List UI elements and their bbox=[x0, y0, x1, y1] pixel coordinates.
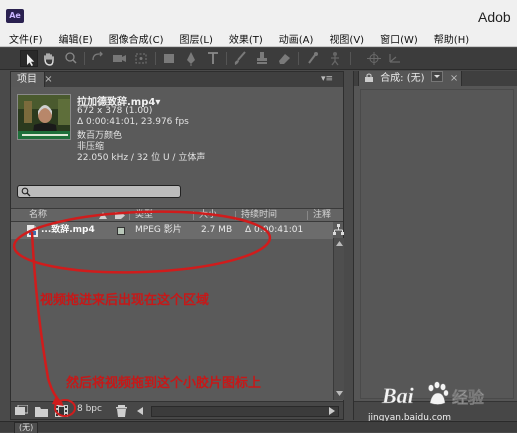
zoom-icon[interactable] bbox=[62, 50, 80, 67]
scroll-right-icon[interactable] bbox=[329, 407, 335, 415]
roto-brush-icon[interactable] bbox=[304, 50, 322, 67]
project-panel-tabbar: 项目 × ▾≡ bbox=[11, 72, 343, 87]
tab-timeline[interactable]: (无) bbox=[14, 422, 39, 433]
baidu-paw-logo: Bai 经验 bbox=[381, 381, 485, 408]
text-icon[interactable] bbox=[204, 50, 222, 67]
clone-stamp-icon[interactable] bbox=[253, 50, 271, 67]
tab-project[interactable]: 项目 × bbox=[11, 72, 53, 87]
column-divider bbox=[129, 211, 130, 220]
project-panel-footer: 8 bpc bbox=[11, 401, 343, 419]
footage-file-icon bbox=[27, 225, 38, 237]
watermark-brand: Bai bbox=[381, 383, 415, 408]
chevron-down-icon bbox=[433, 75, 440, 78]
horizontal-scrollbar[interactable] bbox=[151, 406, 339, 417]
scroll-left-icon[interactable] bbox=[137, 407, 143, 415]
interpret-footage-icon[interactable] bbox=[15, 405, 28, 417]
new-folder-icon[interactable] bbox=[35, 405, 48, 417]
search-input[interactable] bbox=[17, 185, 181, 198]
menu-effect[interactable]: 效果(T) bbox=[220, 31, 270, 46]
project-panel: 项目 × ▾≡ 拉加德致辞.mp4▾ 672 x 378 (1.00) Δ 0:… bbox=[10, 71, 344, 420]
column-divider bbox=[235, 211, 236, 220]
eraser-icon[interactable] bbox=[275, 50, 293, 67]
timeline-strip: (无) bbox=[0, 421, 517, 433]
watermark-site: 经验 bbox=[452, 388, 485, 407]
column-comment[interactable]: 注释 bbox=[313, 209, 331, 222]
close-icon[interactable]: × bbox=[44, 74, 52, 85]
footage-thumbnail bbox=[17, 94, 71, 140]
panel-menu-icon[interactable]: ▾≡ bbox=[321, 72, 333, 87]
axis-icon[interactable] bbox=[365, 50, 383, 67]
toolbar-divider bbox=[298, 52, 299, 65]
pen-icon[interactable] bbox=[182, 50, 200, 67]
window-title: Adob bbox=[478, 9, 511, 25]
footage-duration: Δ 0:00:41:01, 23.976 fps bbox=[77, 117, 189, 127]
tab-project-label: 项目 bbox=[17, 74, 37, 85]
brush-icon[interactable] bbox=[231, 50, 249, 67]
menu-window[interactable]: 窗口(W) bbox=[371, 31, 425, 46]
hierarchy-icon[interactable] bbox=[333, 224, 344, 236]
column-type[interactable]: 类型 bbox=[135, 209, 153, 222]
toolbar-divider bbox=[84, 52, 85, 65]
column-duration[interactable]: 持续时间 bbox=[241, 209, 277, 222]
selection-icon[interactable] bbox=[20, 50, 38, 67]
tab-composition-label: 合成: (无) bbox=[380, 73, 425, 84]
label-color-swatch[interactable] bbox=[117, 227, 125, 235]
toolbar-divider bbox=[350, 52, 351, 65]
column-size[interactable]: 大小 bbox=[199, 209, 217, 222]
title-bar: Ae Adob bbox=[0, 0, 517, 30]
row-name: ...致辞.mp4 bbox=[41, 225, 95, 235]
column-divider bbox=[193, 211, 194, 220]
rotate-icon[interactable] bbox=[89, 50, 107, 67]
composition-viewer[interactable] bbox=[360, 89, 514, 399]
column-divider bbox=[307, 211, 308, 220]
menu-composition[interactable]: 图像合成(C) bbox=[100, 31, 171, 46]
after-effects-icon: Ae bbox=[6, 9, 24, 23]
menu-edit[interactable]: 编辑(E) bbox=[50, 31, 100, 46]
menu-animation[interactable]: 动画(A) bbox=[270, 31, 321, 46]
scroll-up-icon[interactable] bbox=[336, 241, 343, 246]
pan-behind-icon[interactable] bbox=[132, 50, 150, 67]
row-duration: Δ 0:00:41:01 bbox=[245, 225, 304, 235]
column-name[interactable]: 名称 bbox=[29, 209, 47, 222]
tools-bar bbox=[0, 48, 517, 70]
menu-layer[interactable]: 图层(L) bbox=[170, 31, 219, 46]
composition-dropdown[interactable] bbox=[430, 71, 443, 82]
menu-help[interactable]: 帮助(H) bbox=[425, 31, 476, 46]
row-size: 2.7 MB bbox=[201, 225, 233, 235]
footage-audio: 22.050 kHz / 32 位 U / 立体声 bbox=[77, 153, 206, 163]
camera-icon[interactable] bbox=[110, 50, 128, 67]
lock-icon[interactable] bbox=[365, 73, 373, 82]
menu-bar: 文件(F) 编辑(E) 图像合成(C) 图层(L) 效果(T) 动画(A) 视图… bbox=[0, 30, 517, 47]
table-row[interactable]: ...致辞.mp4 MPEG 影片 2.7 MB Δ 0:00:41:01 bbox=[11, 222, 333, 239]
row-type: MPEG 影片 bbox=[135, 225, 182, 235]
menu-file[interactable]: 文件(F) bbox=[0, 31, 50, 46]
new-composition-icon[interactable] bbox=[55, 405, 68, 417]
menu-view[interactable]: 视图(V) bbox=[320, 31, 371, 46]
composition-panel: 合成: (无) × bbox=[353, 71, 517, 420]
sort-ascending-icon[interactable] bbox=[99, 212, 107, 219]
column-header: 名称 类型 大小 持续时间 注释 bbox=[11, 208, 343, 222]
scroll-down-icon[interactable] bbox=[336, 391, 343, 396]
search-icon bbox=[21, 187, 31, 197]
hand-icon[interactable] bbox=[40, 50, 58, 67]
label-tag-icon[interactable] bbox=[115, 211, 125, 220]
tab-composition[interactable]: 合成: (无) × bbox=[358, 71, 462, 86]
axis-mode-icon[interactable] bbox=[386, 50, 404, 67]
close-icon[interactable]: × bbox=[450, 73, 458, 84]
trash-icon[interactable] bbox=[115, 405, 128, 417]
footage-dimensions: 672 x 378 (1.00) bbox=[77, 106, 153, 116]
composition-panel-tabbar: 合成: (无) × bbox=[354, 71, 517, 86]
toolbar-divider bbox=[155, 52, 156, 65]
vertical-scrollbar[interactable] bbox=[333, 238, 344, 400]
bit-depth-button[interactable]: 8 bpc bbox=[77, 404, 102, 414]
puppet-icon[interactable] bbox=[326, 50, 344, 67]
rectangle-icon[interactable] bbox=[160, 50, 178, 67]
toolbar-divider bbox=[226, 52, 227, 65]
